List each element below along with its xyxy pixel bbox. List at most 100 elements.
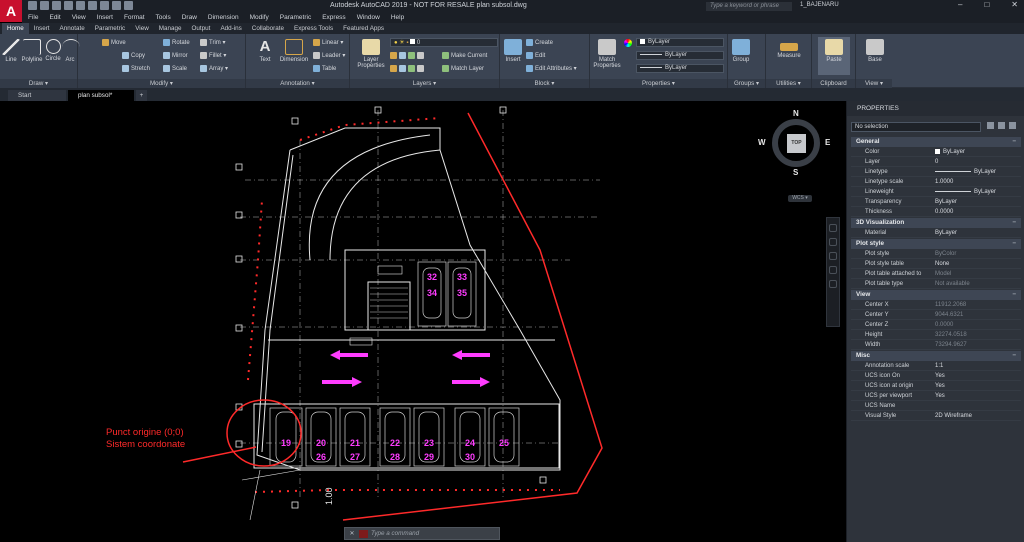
utilities-panel-title[interactable]: Utilities ▾ [766,79,811,88]
showmotion-icon[interactable] [829,280,837,288]
section-3d-visualization[interactable]: 3D Visualization [851,218,1021,228]
open-icon[interactable] [40,1,49,10]
menu-edit[interactable]: Edit [49,14,60,21]
tab-view[interactable]: View [130,23,154,34]
arc-button[interactable]: Arc [62,39,80,63]
command-input[interactable]: Type a command [371,530,499,537]
compass-west[interactable]: W [758,138,766,147]
linear-button[interactable]: Linear ▾ [313,39,343,46]
property-row[interactable]: Transparency ByLayer [851,197,1021,207]
block-panel-title[interactable]: Block ▾ [500,79,589,88]
property-row[interactable]: Width 73294.9627 [851,340,1021,350]
layer-on-icon[interactable] [390,65,397,72]
create-block-button[interactable]: Create [526,39,553,46]
select-objects-icon[interactable] [998,122,1005,129]
group-button[interactable]: Group [730,39,752,63]
view-panel-title[interactable]: View ▾ [856,79,892,88]
move-button[interactable]: Move [102,39,126,46]
tab-featured-apps[interactable]: Featured Apps [338,23,389,34]
tab-insert[interactable]: Insert [29,23,55,34]
property-value[interactable]: ByLayer [935,197,1021,206]
orbit-icon[interactable] [829,266,837,274]
make-current-button[interactable]: Make Current [442,52,487,59]
groups-panel-title[interactable]: Groups ▾ [728,79,765,88]
polyline-button[interactable]: Polyline [21,39,43,63]
modify-panel-title[interactable]: Modify ▾ [78,79,245,88]
close-button[interactable]: ✕ [1011,0,1018,9]
compass-south[interactable]: S [793,168,798,177]
property-value[interactable]: Yes [935,371,1021,380]
circle-button[interactable]: Circle [44,39,62,62]
property-row[interactable]: Visual Style 2D Wireframe [851,411,1021,421]
application-menu-button[interactable]: A [0,0,22,22]
scale-button[interactable]: Scale [163,65,187,72]
tab-add-ins[interactable]: Add-ins [215,23,246,34]
tab-plan-subsol[interactable]: plan subsol* [68,90,134,101]
section-view[interactable]: View [851,290,1021,300]
annotation-panel-title[interactable]: Annotation ▾ [246,79,349,88]
tab-annotate[interactable]: Annotate [55,23,90,34]
web-icon[interactable] [76,1,85,10]
property-value[interactable] [935,401,1021,410]
property-row[interactable]: UCS per viewport Yes [851,391,1021,401]
trim-button[interactable]: Trim ▾ [200,39,225,46]
paste-button[interactable]: Paste [818,37,850,75]
menu-file[interactable]: File [28,14,38,21]
drawing-canvas[interactable]: 32 33 34 35 19 20 21 22 23 24 25 26 27 2… [0,101,846,542]
new-icon[interactable] [28,1,37,10]
edit-block-button[interactable]: Edit [526,52,545,59]
property-value[interactable]: ByLayer [935,147,1021,156]
command-close-button[interactable]: ✕ [345,530,359,537]
property-row[interactable]: Annotation scale 1:1 [851,361,1021,371]
selection-dropdown[interactable]: No selection [851,122,981,132]
property-row[interactable]: Material ByLayer [851,228,1021,238]
layer-properties-button[interactable]: Layer Properties [354,39,388,69]
share-icon[interactable] [124,1,133,10]
property-row[interactable]: Linetype scale 1.0000 [851,177,1021,187]
property-value[interactable]: 2D Wireframe [935,411,1021,420]
measure-button[interactable]: Measure [770,39,808,59]
section-general[interactable]: General [851,137,1021,147]
mirror-button[interactable]: Mirror [163,52,188,59]
linetype-dropdown[interactable]: ByLayer [636,64,724,73]
save-as-icon[interactable] [64,1,73,10]
color-dropdown[interactable]: ByLayer [636,38,724,47]
wcs-menu[interactable]: WCS ▾ [788,195,812,202]
property-value[interactable]: 1.0000 [935,177,1021,186]
tab-collaborate[interactable]: Collaborate [247,23,289,34]
toggle-pickadd-icon[interactable] [987,122,994,129]
property-row[interactable]: Linetype ByLayer [851,167,1021,177]
stretch-button[interactable]: Stretch [122,65,150,72]
insert-button[interactable]: Insert [502,39,524,63]
plot-icon[interactable] [88,1,97,10]
tab-start[interactable]: Start [8,90,66,101]
layer-unlock-icon[interactable] [417,65,424,72]
viewcube[interactable]: TOP N S E W [758,109,830,177]
tab-output[interactable]: Output [187,23,216,34]
steering-wheel-icon[interactable] [829,224,837,232]
menu-insert[interactable]: Insert [97,14,113,21]
property-row[interactable]: Center Y 9044.6321 [851,310,1021,320]
property-row[interactable]: UCS icon On Yes [851,371,1021,381]
property-row[interactable]: Plot table type Not available [851,279,1021,289]
layer-unisolate-icon[interactable] [399,65,406,72]
zoom-icon[interactable] [829,252,837,260]
property-row[interactable]: Plot style table None [851,259,1021,269]
edit-attributes-button[interactable]: Edit Attributes ▾ [526,65,577,72]
menu-help[interactable]: Help [391,14,404,21]
undo-icon[interactable] [100,1,109,10]
property-row[interactable]: Plot style ByColor [851,249,1021,259]
menu-format[interactable]: Format [124,14,145,21]
command-icon[interactable] [359,529,368,538]
property-value[interactable]: None [935,259,1021,268]
new-tab-button[interactable]: + [136,90,147,101]
property-row[interactable]: Plot table attached to Model [851,269,1021,279]
base-button[interactable]: Base [864,39,886,63]
leader-button[interactable]: Leader ▾ [313,52,345,59]
property-value[interactable]: ByLayer [935,228,1021,237]
tab-manage[interactable]: Manage [154,23,187,34]
compass-north[interactable]: N [793,109,799,118]
layer-thaw-icon[interactable] [408,65,415,72]
maximize-button[interactable]: □ [984,0,989,9]
property-value[interactable]: Yes [935,391,1021,400]
